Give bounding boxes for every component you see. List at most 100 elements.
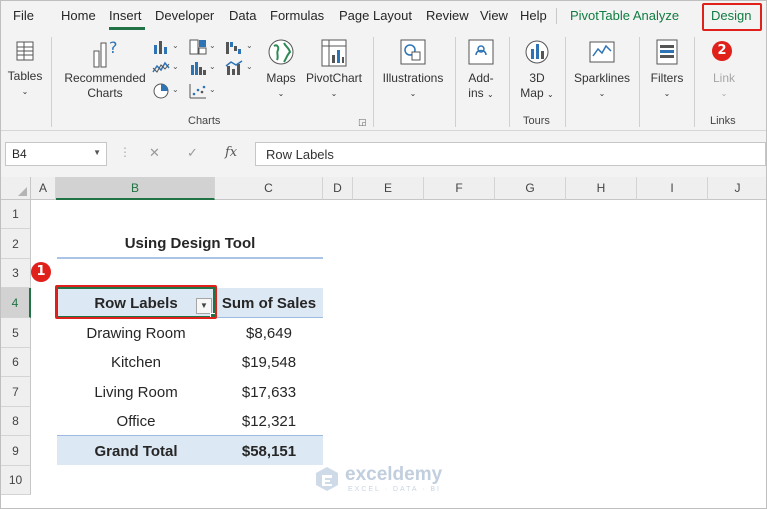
sum-of-sales-header[interactable]: Sum of Sales [215, 295, 323, 312]
chevron-down-icon[interactable]: ⌄ [246, 62, 253, 71]
pie-chart-icon[interactable] [152, 83, 170, 99]
grand-total-border [57, 435, 323, 436]
tab-help[interactable]: Help [520, 8, 547, 23]
tab-insert[interactable]: Insert [109, 8, 142, 23]
insert-function-icon[interactable]: fx [225, 145, 237, 160]
enter-icon[interactable]: ✓ [187, 145, 198, 161]
sparklines-icon [589, 41, 615, 63]
row-label-living-room[interactable]: Living Room [57, 384, 215, 401]
scatter-chart-icon[interactable] [189, 83, 207, 99]
ribbon-insert: Tables ⌄ ? Recommended Charts ⌄ ⌄ ⌄ ⌄ ⌄ … [1, 31, 766, 131]
column-header-h[interactable]: H [566, 177, 637, 200]
row-header-4[interactable]: 4 [1, 288, 31, 318]
value-drawing-room[interactable]: $8,649 [215, 325, 323, 342]
tab-home[interactable]: Home [61, 8, 96, 23]
grand-total-value[interactable]: $58,151 [215, 443, 323, 460]
addins-label-1: Add- [468, 71, 494, 85]
row-header-10[interactable]: 10 [1, 466, 31, 495]
chevron-down-icon[interactable]: ⌄ [172, 41, 179, 50]
column-header-d[interactable]: D [323, 177, 353, 200]
row-header-7[interactable]: 7 [1, 377, 31, 407]
chevron-down-icon[interactable]: ⌄ [209, 85, 216, 94]
recommended-charts-button[interactable]: ? Recommended Charts [59, 37, 151, 101]
pivotchart-button[interactable]: PivotChart ⌄ [301, 37, 367, 101]
excel-window: File Home Insert Developer Data Formulas… [0, 0, 767, 509]
tab-data[interactable]: Data [229, 8, 256, 23]
hierarchy-chart-icon[interactable] [189, 39, 207, 55]
tables-button[interactable]: Tables ⌄ [5, 37, 45, 99]
row-header-2[interactable]: 2 [1, 229, 31, 259]
line-chart-icon[interactable] [152, 60, 170, 76]
tab-formulas[interactable]: Formulas [270, 8, 324, 23]
svg-text:?: ? [109, 38, 118, 57]
column-header-j[interactable]: J [708, 177, 766, 200]
active-tab-indicator [109, 27, 145, 30]
statistic-chart-icon[interactable] [189, 60, 207, 76]
value-kitchen[interactable]: $19,548 [215, 354, 323, 371]
chevron-down-icon[interactable]: ▼ [93, 148, 101, 157]
illustrations-button[interactable]: Illustrations ⌄ [377, 37, 449, 101]
chevron-down-icon[interactable]: ⌄ [172, 62, 179, 71]
dialog-launcher-icon[interactable]: ◲ [358, 117, 367, 128]
chevron-down-icon[interactable]: ⌄ [246, 41, 253, 50]
step-badge-2: 2 [712, 41, 732, 61]
tab-developer[interactable]: Developer [155, 8, 214, 23]
addins-label-2: ins ⌄ [459, 86, 503, 102]
tab-review[interactable]: Review [426, 8, 469, 23]
links-group-label: Links [710, 115, 736, 127]
row-label-office[interactable]: Office [57, 413, 215, 430]
watermark-name: exceldemy [345, 464, 443, 485]
value-living-room[interactable]: $17,633 [215, 384, 323, 401]
grand-total-label[interactable]: Grand Total [57, 443, 215, 460]
row-header-6[interactable]: 6 [1, 348, 31, 377]
column-header-b[interactable]: B [56, 177, 215, 200]
select-all-button[interactable] [1, 177, 31, 200]
row-header-9[interactable]: 9 [1, 436, 31, 466]
sparklines-button[interactable]: Sparklines ⌄ [570, 37, 634, 101]
row-label-drawing-room[interactable]: Drawing Room [57, 325, 215, 342]
chevron-down-icon: ⌄ [486, 90, 494, 99]
column-header-i[interactable]: I [637, 177, 708, 200]
ribbon-separator [639, 37, 640, 127]
sparklines-label: Sparklines [573, 71, 631, 85]
row-header-8[interactable]: 8 [1, 407, 31, 436]
link-button[interactable]: Link ⌄ [701, 71, 747, 101]
combo-chart-icon[interactable] [225, 60, 243, 76]
ribbon-separator [509, 37, 510, 127]
3d-map-button[interactable]: 3D Map ⌄ [513, 37, 561, 102]
column-header-c[interactable]: C [215, 177, 323, 200]
illustrations-icon [400, 39, 426, 65]
chevron-down-icon[interactable]: ⌄ [209, 62, 216, 71]
tab-page-layout[interactable]: Page Layout [339, 8, 412, 23]
waterfall-chart-icon[interactable] [225, 39, 243, 55]
row-label-kitchen[interactable]: Kitchen [57, 354, 215, 371]
worksheet-grid[interactable]: A B C D E F G H I J 1 2 3 4 5 6 7 8 9 10… [1, 177, 766, 508]
cancel-icon[interactable]: ✕ [149, 145, 160, 161]
column-header-g[interactable]: G [495, 177, 566, 200]
tab-file[interactable]: File [13, 8, 34, 23]
tab-pivottable-analyze[interactable]: PivotTable Analyze [570, 8, 679, 23]
column-header-a[interactable]: A [31, 177, 56, 200]
chevron-down-icon: ⌄ [720, 89, 728, 98]
exceldemy-watermark: exceldemy EXCEL · DATA · BI [315, 464, 465, 500]
row-labels-highlight [55, 285, 217, 319]
row-header-1[interactable]: 1 [1, 200, 31, 229]
chevron-down-icon[interactable]: ⌄ [172, 85, 179, 94]
filters-button[interactable]: Filters ⌄ [644, 37, 690, 101]
row-header-5[interactable]: 5 [1, 318, 31, 348]
step-badge-1: 1 [31, 262, 51, 282]
column-header-e[interactable]: E [353, 177, 424, 200]
column-chart-icon[interactable] [152, 39, 170, 55]
link-label: Link [712, 71, 735, 85]
column-header-f[interactable]: F [424, 177, 495, 200]
name-box[interactable]: B4 ▼ [5, 142, 107, 166]
tab-view[interactable]: View [480, 8, 508, 23]
row-header-3[interactable]: 3 [1, 259, 31, 288]
addins-button[interactable]: Add- ins ⌄ [459, 37, 503, 102]
maps-button[interactable]: Maps ⌄ [263, 37, 299, 101]
illustrations-label: Illustrations [382, 71, 444, 85]
chevron-down-icon[interactable]: ⌄ [209, 41, 216, 50]
value-office[interactable]: $12,321 [215, 413, 323, 430]
addins-icon [468, 39, 494, 65]
formula-input[interactable]: Row Labels [255, 142, 766, 166]
